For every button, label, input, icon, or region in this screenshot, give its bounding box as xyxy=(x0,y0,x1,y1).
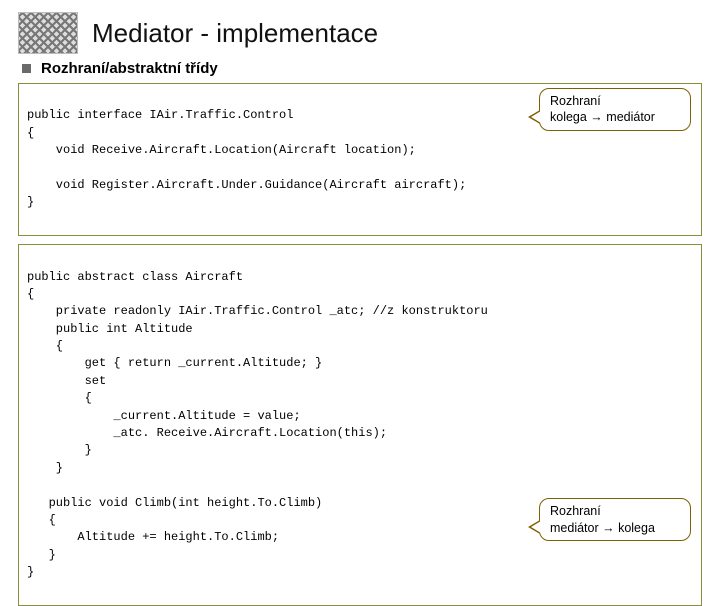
callout-interface: Rozhraní kolega → mediátor xyxy=(539,88,691,131)
code-line: set xyxy=(27,374,106,388)
code-line: public interface IAir.Traffic.Control xyxy=(27,108,293,122)
code-block-interface: public interface IAir.Traffic.Control { … xyxy=(18,83,702,236)
code-line: void Register.Aircraft.Under.Guidance(Ai… xyxy=(27,178,466,192)
code-line: } xyxy=(27,565,34,579)
code-line: private readonly IAir.Traffic.Control _a… xyxy=(27,304,488,318)
code-line: public abstract class Aircraft xyxy=(27,270,243,284)
code-block-abstract-class: public abstract class Aircraft { private… xyxy=(18,244,702,606)
subtitle-text: Rozhraní/abstraktní třídy xyxy=(41,60,218,77)
code-line: _current.Altitude = value; xyxy=(27,409,301,423)
code-line: { xyxy=(27,339,63,353)
callout-line: Rozhraní xyxy=(550,504,601,518)
callout-line: mediátor → kolega xyxy=(550,521,655,535)
code-line: public int Altitude xyxy=(27,322,193,336)
slide-header: Mediator - implementace xyxy=(18,12,702,54)
code-line: { xyxy=(27,391,92,405)
code-line: _atc. Receive.Aircraft.Location(this); xyxy=(27,426,387,440)
subtitle-row: Rozhraní/abstraktní třídy xyxy=(22,60,702,77)
bullet-icon xyxy=(22,64,31,73)
code-line: { xyxy=(27,513,56,527)
code-line: void Receive.Aircraft.Location(Aircraft … xyxy=(27,143,416,157)
callout-line: Rozhraní xyxy=(550,94,601,108)
code-line: } xyxy=(27,548,56,562)
slide-title: Mediator - implementace xyxy=(92,18,378,49)
logo-icon xyxy=(18,12,78,54)
callout-line: kolega → mediátor xyxy=(550,110,655,124)
code-line: } xyxy=(27,461,63,475)
code-line: Altitude += height.To.Climb; xyxy=(27,530,279,544)
code-line: { xyxy=(27,287,34,301)
code-line: } xyxy=(27,195,34,209)
code-line: get { return _current.Altitude; } xyxy=(27,356,322,370)
callout-abstract: Rozhraní mediátor → kolega xyxy=(539,498,691,541)
code-line: } xyxy=(27,443,92,457)
code-line: public void Climb(int height.To.Climb) xyxy=(27,496,322,510)
code-line: { xyxy=(27,126,34,140)
